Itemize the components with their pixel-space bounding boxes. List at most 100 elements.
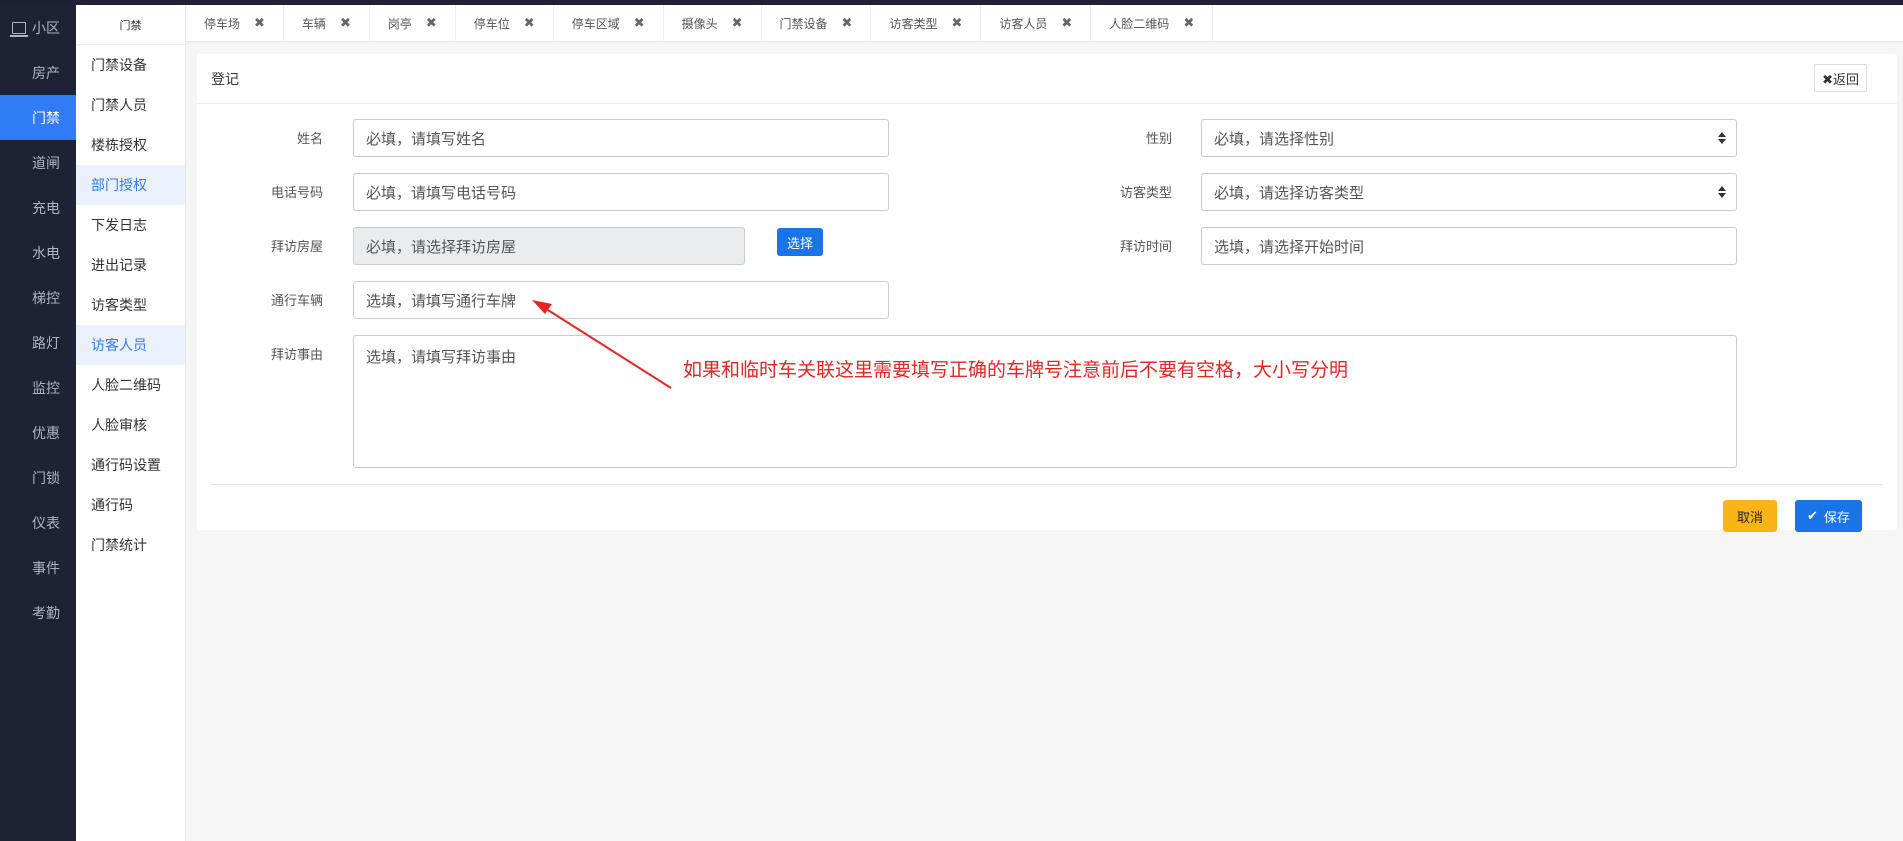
vehicle-label: 通行车辆 — [270, 294, 323, 309]
grid-icon — [12, 337, 26, 349]
sub-menu-title: 门禁 — [76, 5, 185, 45]
rail-item-attendance[interactable]: 考勤 — [0, 590, 76, 635]
rail-item-label: 事件 — [32, 560, 60, 577]
close-icon[interactable]: ✖ — [340, 16, 351, 31]
tab-label: 停车场 — [204, 17, 241, 31]
grid-icon — [12, 427, 26, 439]
visit-time-label: 拜访时间 — [1119, 240, 1172, 255]
grid-icon — [12, 382, 26, 394]
tab-label: 停车位 — [473, 17, 510, 31]
rail-item-barrier[interactable]: 道闸 — [0, 140, 76, 185]
grid-icon — [12, 247, 26, 259]
tab-camera[interactable]: 摄像头 ✖ — [664, 5, 762, 42]
tab-label: 摄像头 — [681, 17, 718, 31]
sub-item-statistics[interactable]: 门禁统计 — [76, 525, 185, 565]
rail-item-door-lock[interactable]: 门锁 — [0, 455, 76, 500]
sub-item-visitor-types[interactable]: 访客类型 — [76, 285, 185, 325]
tab-parking-space[interactable]: 停车位 ✖ — [456, 5, 554, 42]
rail-item-access-control[interactable]: 门禁 — [0, 95, 76, 140]
rail-item-charging[interactable]: 充电 — [0, 185, 76, 230]
save-button-label: 保存 — [1823, 510, 1850, 526]
divider — [211, 484, 1883, 485]
tab-visitor-types[interactable]: 访客类型 ✖ — [871, 5, 982, 42]
gender-select[interactable]: 必填，请选择性别 — [1201, 119, 1737, 157]
close-icon[interactable]: ✖ — [426, 16, 437, 31]
sub-item-devices[interactable]: 门禁设备 — [76, 45, 185, 85]
close-icon[interactable]: ✖ — [1183, 16, 1194, 31]
close-icon[interactable]: ✖ — [634, 16, 645, 31]
reason-label: 拜访事由 — [270, 348, 323, 363]
grid-icon — [12, 202, 26, 214]
grid-icon — [12, 112, 26, 124]
sub-item-visitors[interactable]: 访客人员 — [76, 325, 185, 365]
rail-item-streetlight[interactable]: 路灯 — [0, 320, 76, 365]
tab-visitors[interactable]: 访客人员 ✖ — [981, 5, 1092, 42]
rail-item-meter[interactable]: 仪表 — [0, 500, 76, 545]
close-icon[interactable]: ✖ — [732, 16, 743, 31]
rail-item-label: 路灯 — [32, 335, 60, 352]
grid-icon — [12, 292, 26, 304]
sub-item-access-records[interactable]: 进出记录 — [76, 245, 185, 285]
tab-face-qr[interactable]: 人脸二维码 ✖ — [1091, 5, 1214, 42]
house-label: 拜访房屋 — [270, 240, 323, 255]
house-input: 必填，请选择拜访房屋 — [353, 227, 745, 265]
vehicle-plate-input[interactable]: 选填，请填写通行车牌 — [353, 281, 889, 319]
grid-icon — [12, 607, 26, 619]
tab-vehicles[interactable]: 车辆 ✖ — [284, 5, 370, 42]
tab-label: 岗亭 — [387, 17, 412, 31]
tab-booth[interactable]: 岗亭 ✖ — [370, 5, 456, 42]
close-icon[interactable]: ✖ — [842, 16, 853, 31]
select-arrows-icon — [1718, 132, 1726, 146]
visit-time-input[interactable]: 选填，请选择开始时间 — [1201, 227, 1737, 265]
cancel-button[interactable]: 取消 — [1723, 500, 1778, 532]
sub-item-dispatch-log[interactable]: 下发日志 — [76, 205, 185, 245]
sub-item-personnel[interactable]: 门禁人员 — [76, 85, 185, 125]
monitor-icon — [10, 21, 28, 37]
close-icon[interactable]: ✖ — [951, 16, 962, 31]
close-icon[interactable]: ✖ — [1061, 16, 1072, 31]
sub-item-face-review[interactable]: 人脸审核 — [76, 405, 185, 445]
sub-item-face-qr[interactable]: 人脸二维码 — [76, 365, 185, 405]
close-icon[interactable]: ✖ — [254, 16, 265, 31]
visitor-type-select[interactable]: 必填，请选择访客类型 — [1201, 173, 1737, 211]
save-button[interactable]: ✔ 保存 — [1795, 500, 1862, 532]
sub-item-building-auth[interactable]: 楼栋授权 — [76, 125, 185, 165]
phone-input[interactable]: 必填，请填写电话号码 — [353, 173, 889, 211]
rail-item-monitoring[interactable]: 监控 — [0, 365, 76, 410]
sub-item-pass-code[interactable]: 通行码 — [76, 485, 185, 525]
rail-item-discount[interactable]: 优惠 — [0, 410, 76, 455]
tab-label: 门禁设备 — [779, 17, 828, 31]
rail-item-property[interactable]: 房产 — [0, 50, 76, 95]
rail-item-label: 房产 — [32, 65, 60, 82]
tab-parking-area[interactable]: 停车区域 ✖ — [554, 5, 664, 42]
name-input[interactable]: 必填，请填写姓名 — [353, 119, 889, 157]
rail-item-events[interactable]: 事件 — [0, 545, 76, 590]
sub-item-pass-code-settings[interactable]: 通行码设置 — [76, 445, 185, 485]
tab-parking-lot[interactable]: 停车场 ✖ — [186, 5, 284, 42]
check-icon: ✔ — [1807, 508, 1818, 524]
gender-label: 性别 — [1145, 132, 1172, 147]
visitor-type-select-value: 必填，请选择访客类型 — [1214, 183, 1365, 202]
rail-item-utilities[interactable]: 水电 — [0, 230, 76, 275]
phone-label: 电话号码 — [270, 186, 323, 201]
tab-label: 访客类型 — [889, 17, 938, 31]
main-nav-rail: 小区 房产 门禁 道闸 充电 水电 梯控 路灯 监控 优惠 门锁 仪表 事件 考… — [0, 5, 76, 841]
rail-item-label: 水电 — [32, 245, 60, 262]
tab-label: 车辆 — [301, 17, 326, 31]
rail-item-elevator[interactable]: 梯控 — [0, 275, 76, 320]
rail-item-label: 门锁 — [32, 470, 60, 487]
gender-select-value: 必填，请选择性别 — [1214, 129, 1335, 148]
grid-icon — [12, 472, 26, 484]
rail-item-label: 充电 — [32, 200, 60, 217]
rail-item-community[interactable]: 小区 — [0, 5, 76, 50]
rail-item-label: 小区 — [32, 20, 60, 37]
sub-item-department-auth[interactable]: 部门授权 — [76, 165, 185, 205]
back-button[interactable]: ✖返回 — [1814, 64, 1867, 92]
close-icon[interactable]: ✖ — [524, 16, 535, 31]
tab-access-devices[interactable]: 门禁设备 ✖ — [762, 5, 872, 42]
grid-icon — [12, 517, 26, 529]
tab-label: 人脸二维码 — [1109, 17, 1170, 31]
panel-title: 登记 — [197, 54, 1897, 104]
choose-house-button[interactable]: 选择 — [777, 228, 824, 256]
rail-item-label: 道闸 — [32, 155, 60, 172]
